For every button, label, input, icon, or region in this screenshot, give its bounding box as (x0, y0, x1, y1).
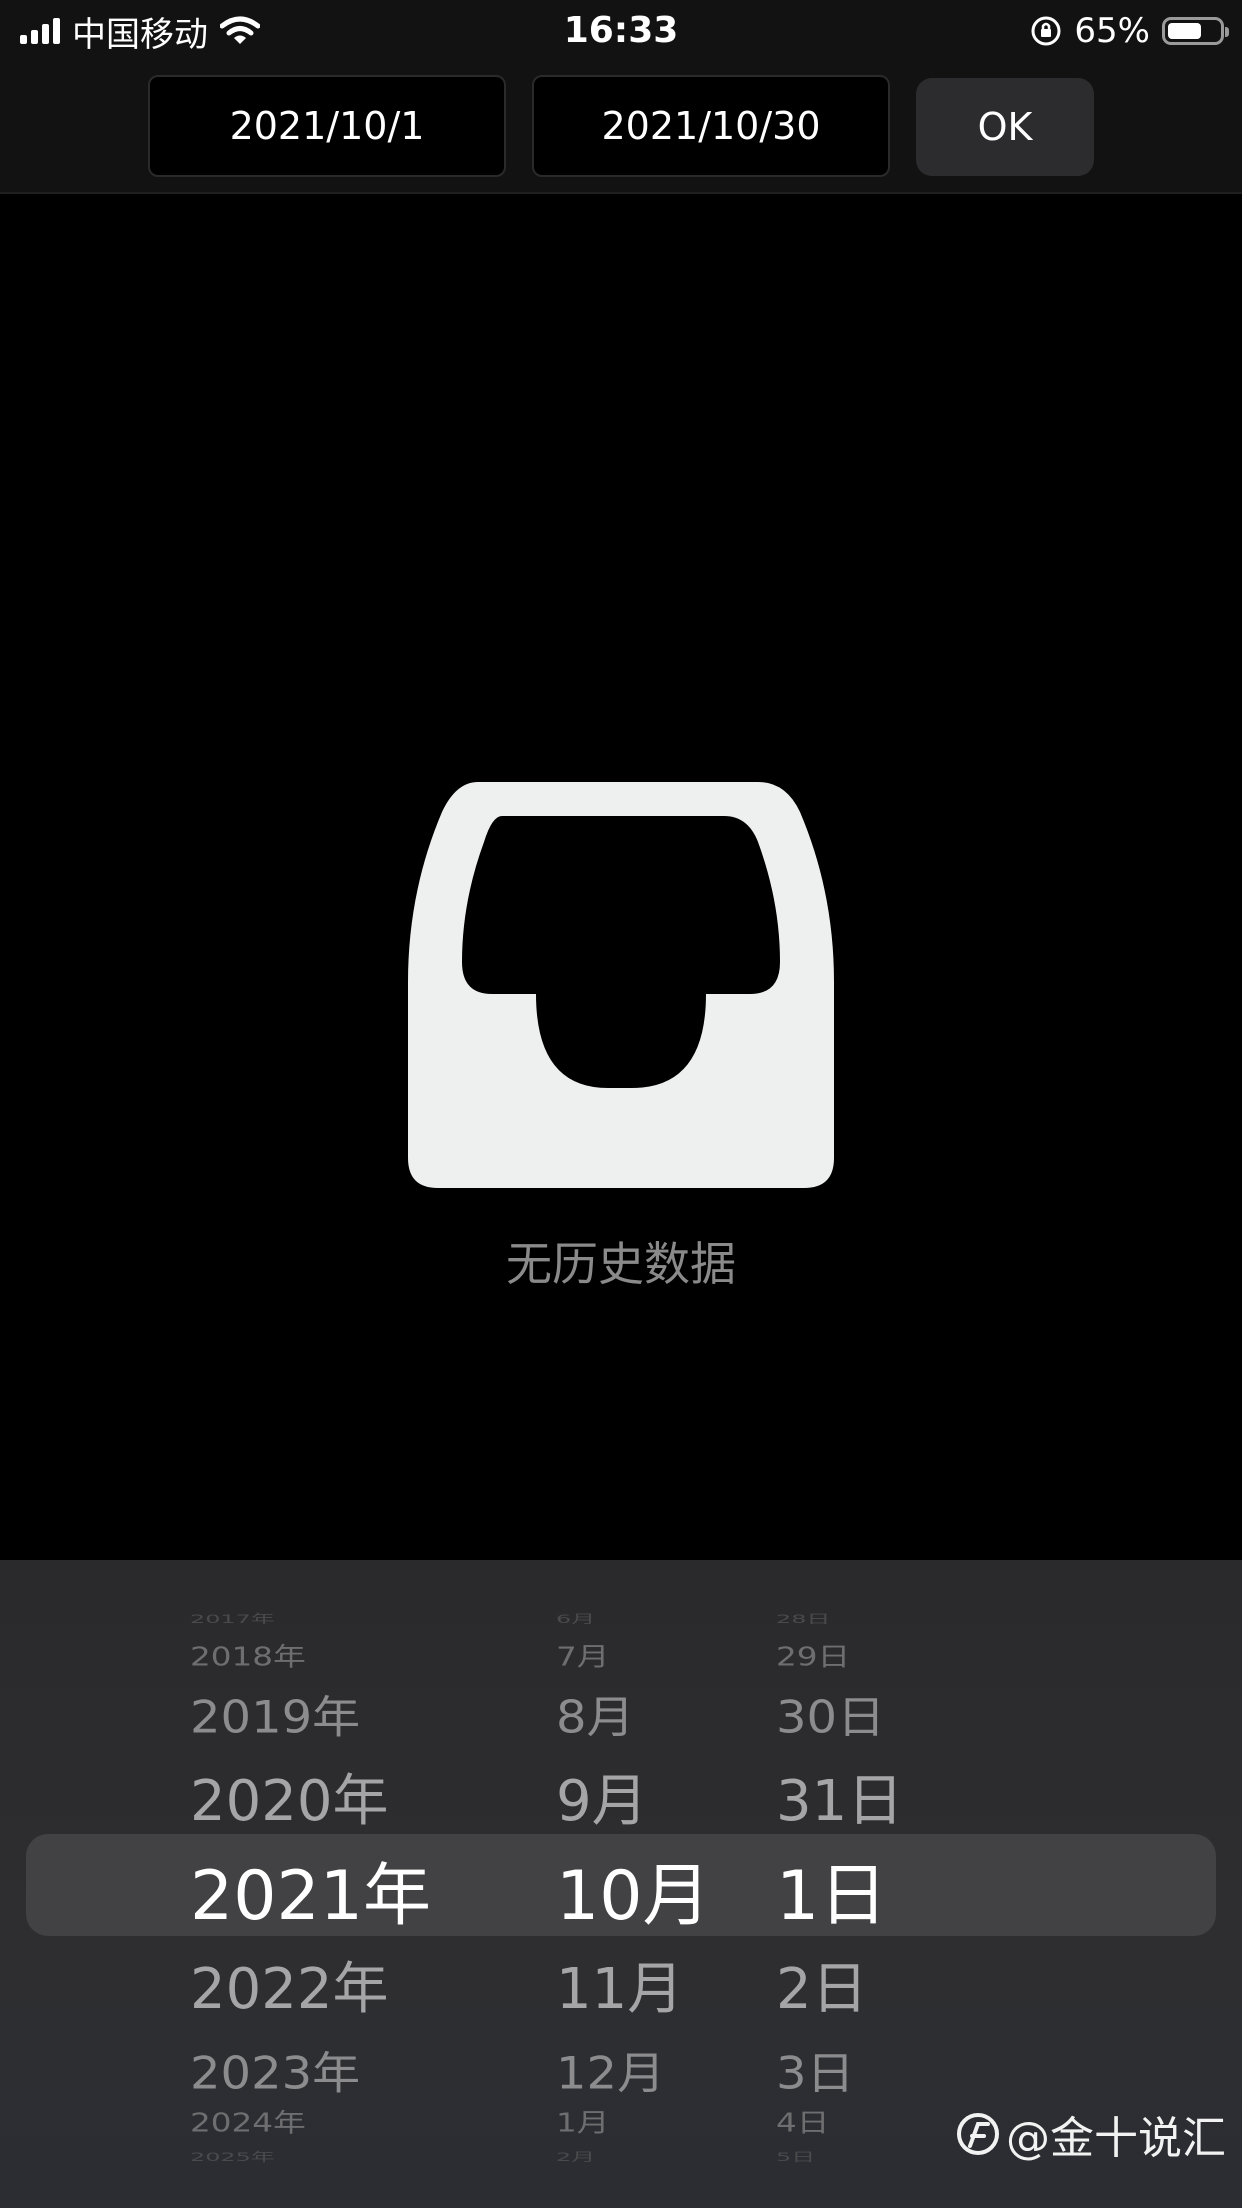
battery-icon (1162, 17, 1229, 45)
year-option[interactable]: 2022年 (190, 1944, 389, 2025)
month-selected[interactable]: 10月 (556, 1840, 711, 1939)
month-option[interactable]: 6月 (556, 1610, 595, 1627)
watermark-text: @金十说汇 (1006, 2113, 1226, 2164)
day-option[interactable]: 3日 (776, 2037, 855, 2101)
year-column[interactable]: 2017年 2018年 2019年 2020年 2021年 2022年 2023年 2024年… (190, 1560, 530, 2208)
month-option[interactable]: 8月 (556, 1681, 635, 1745)
month-column[interactable]: 6月 7月 8月 9月 10月 11月 12月 1月 2月 (556, 1560, 736, 2208)
month-option[interactable]: 2月 (556, 2148, 595, 2165)
year-option[interactable]: 2017年 (190, 1610, 275, 1627)
status-right: 65% (1030, 8, 1229, 54)
month-option[interactable]: 12月 (556, 2037, 665, 2101)
month-option[interactable]: 7月 (556, 1636, 609, 1673)
day-column[interactable]: 28日 29日 30日 31日 1日 2日 3日 4日 5日 (776, 1560, 956, 2208)
year-option[interactable]: 2018年 (190, 1636, 306, 1673)
month-option[interactable]: 11月 (556, 1944, 683, 2025)
jin10-logo-icon (957, 2113, 999, 2155)
year-selected[interactable]: 2021年 (190, 1840, 431, 1939)
start-date-field[interactable]: 2021/10/1 (148, 75, 506, 177)
rotation-lock-icon (1031, 16, 1061, 46)
year-option[interactable]: 2024年 (190, 2102, 306, 2139)
day-option[interactable]: 2日 (776, 1944, 868, 2025)
year-option[interactable]: 2023年 (190, 2037, 360, 2101)
month-option[interactable]: 9月 (556, 1756, 648, 1837)
day-option[interactable]: 4日 (776, 2102, 829, 2139)
day-selected[interactable]: 1日 (776, 1840, 887, 1939)
end-date-field[interactable]: 2021/10/30 (532, 75, 890, 177)
day-option[interactable]: 30日 (776, 1681, 885, 1745)
watermark: @金十说汇 (956, 2102, 1226, 2166)
battery-percent: 65% (1074, 11, 1150, 51)
inbox-tray-icon (408, 782, 834, 1188)
month-option[interactable]: 1月 (556, 2102, 609, 2139)
date-range-toolbar: 2021/10/1 2021/10/30 OK (0, 62, 1242, 194)
year-option[interactable]: 2025年 (190, 2148, 275, 2165)
day-option[interactable]: 28日 (776, 1610, 830, 1627)
day-option[interactable]: 29日 (776, 1636, 850, 1673)
year-option[interactable]: 2019年 (190, 1681, 360, 1745)
ok-button[interactable]: OK (916, 78, 1094, 176)
status-bar: 中国移动 16:33 65% (0, 0, 1242, 62)
date-picker[interactable]: 2017年 2018年 2019年 2020年 2021年 2022年 2023年 2024年… (0, 1560, 1242, 2208)
empty-state-message: 无历史数据 (506, 1237, 736, 1291)
year-option[interactable]: 2020年 (190, 1756, 389, 1837)
day-option[interactable]: 5日 (776, 2148, 815, 2165)
day-option[interactable]: 31日 (776, 1756, 903, 1837)
